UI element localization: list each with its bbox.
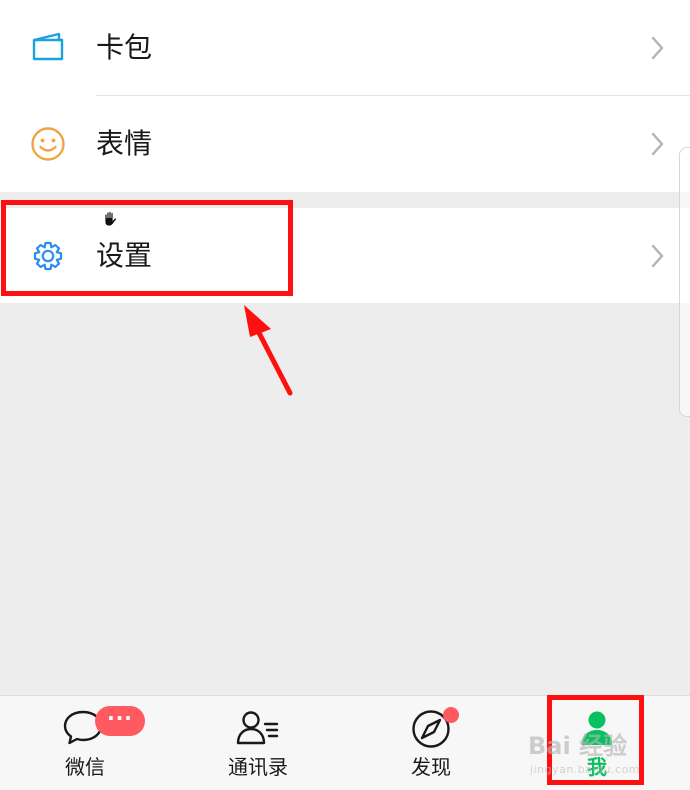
chevron-right-icon bbox=[650, 35, 666, 61]
tab-contacts[interactable]: 通讯录 bbox=[198, 696, 318, 790]
watermark-url: jingyan.baidu.com bbox=[530, 763, 641, 776]
card-wallet-icon bbox=[28, 28, 68, 68]
menu-item-label: 表情 bbox=[96, 126, 153, 160]
tab-label: 发现 bbox=[411, 755, 451, 779]
menu-item-stickers[interactable]: 表情 bbox=[0, 96, 690, 191]
menu-item-label: 卡包 bbox=[96, 30, 153, 64]
tab-wechat[interactable]: ··· 微信 bbox=[25, 696, 145, 790]
chevron-right-icon bbox=[650, 131, 666, 157]
tab-label: 通讯录 bbox=[228, 755, 288, 779]
tab-label: 微信 bbox=[65, 755, 105, 779]
me-screen: 卡包 表情 设置 ··· 微信 通讯录 发现 我 Bai 经验 jingyan.… bbox=[0, 0, 690, 790]
smiley-icon bbox=[28, 124, 68, 164]
baidu-watermark: Bai 经验 jingyan.baidu.com bbox=[528, 734, 678, 782]
contacts-icon bbox=[234, 708, 282, 750]
annotation-arrow bbox=[244, 305, 293, 396]
menu-group-primary: 卡包 表情 bbox=[0, 0, 690, 192]
annotation-highlight-settings bbox=[1, 200, 293, 296]
new-dot-badge bbox=[443, 707, 459, 723]
chevron-right-icon bbox=[650, 243, 666, 269]
hand-cursor-icon bbox=[104, 211, 117, 227]
menu-item-cards[interactable]: 卡包 bbox=[0, 0, 690, 96]
unread-badge: ··· bbox=[95, 706, 145, 736]
watermark-text: Bai 经验 bbox=[528, 732, 628, 760]
side-panel-edge bbox=[679, 147, 690, 417]
tab-discover[interactable]: 发现 bbox=[371, 696, 491, 790]
